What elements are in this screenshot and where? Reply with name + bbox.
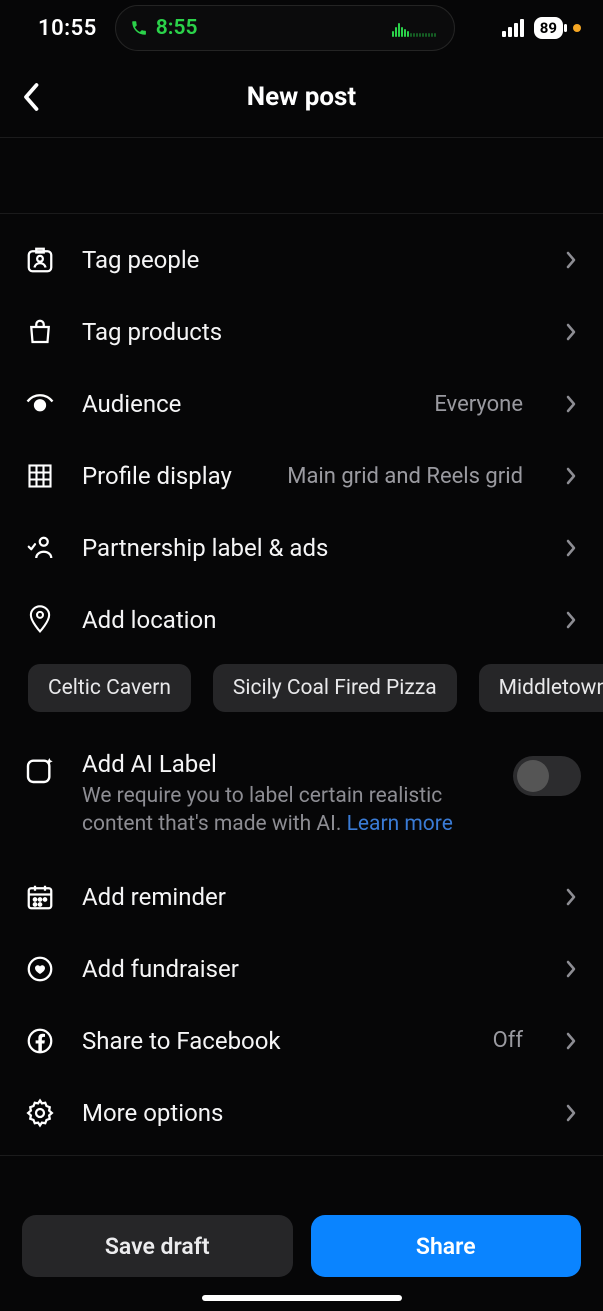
status-bar: 10:55 8:55 89 [0, 0, 603, 56]
profile-display-value: Main grid and Reels grid [287, 464, 523, 489]
partnership-icon [24, 532, 56, 564]
page-title: New post [247, 82, 356, 112]
audience-value: Everyone [434, 392, 523, 417]
audience-row[interactable]: Audience Everyone [0, 368, 603, 440]
profile-display-label: Profile display [82, 462, 261, 490]
tag-people-row[interactable]: Tag people [0, 224, 603, 296]
header: New post [0, 56, 603, 138]
share-facebook-label: Share to Facebook [82, 1027, 467, 1055]
ai-label-title: Add AI Label [82, 750, 487, 778]
grid-icon [24, 460, 56, 492]
location-chip[interactable]: Celtic Cavern [28, 664, 191, 712]
chevron-right-icon [561, 322, 581, 342]
location-chip[interactable]: Sicily Coal Fired Pizza [213, 664, 457, 712]
ai-label-row: Add AI Label We require you to label cer… [0, 736, 603, 861]
partnership-label: Partnership label & ads [82, 534, 523, 562]
audience-label: Audience [82, 390, 408, 418]
audio-waveform-icon [392, 19, 436, 37]
bottom-action-bar: Save draft Share [0, 1195, 603, 1311]
chevron-left-icon [23, 82, 41, 112]
profile-display-row[interactable]: Profile display Main grid and Reels grid [0, 440, 603, 512]
chevron-right-icon [561, 538, 581, 558]
add-location-row[interactable]: Add location [0, 584, 603, 656]
ai-label-description: We require you to label certain realisti… [82, 782, 487, 839]
chevron-right-icon [561, 1031, 581, 1051]
location-chip[interactable]: Middletown, C [479, 664, 603, 712]
save-draft-button[interactable]: Save draft [22, 1215, 293, 1277]
partnership-row[interactable]: Partnership label & ads [0, 512, 603, 584]
cellular-signal-icon [502, 19, 524, 37]
fundraiser-icon [24, 953, 56, 985]
ai-sparkle-icon [24, 754, 56, 786]
back-button[interactable] [14, 79, 50, 115]
learn-more-link[interactable]: Learn more [347, 812, 453, 836]
add-reminder-row[interactable]: Add reminder [0, 861, 603, 933]
home-indicator[interactable] [202, 1295, 402, 1301]
location-suggestions: Celtic Cavern Sicily Coal Fired Pizza Mi… [0, 656, 603, 736]
chevron-right-icon [561, 466, 581, 486]
share-button[interactable]: Share [311, 1215, 582, 1277]
calendar-icon [24, 881, 56, 913]
tag-products-row[interactable]: Tag products [0, 296, 603, 368]
audience-icon [24, 388, 56, 420]
chevron-right-icon [561, 610, 581, 630]
more-options-row[interactable]: More options [0, 1077, 603, 1149]
tag-people-label: Tag people [82, 246, 523, 274]
facebook-icon [24, 1025, 56, 1057]
mic-in-use-dot [573, 24, 581, 32]
add-location-label: Add location [82, 606, 523, 634]
chevron-right-icon [561, 887, 581, 907]
tag-people-icon [24, 244, 56, 276]
location-pin-icon [24, 604, 56, 636]
ai-label-toggle[interactable] [513, 756, 581, 796]
dynamic-island-pill[interactable]: 8:55 [115, 5, 455, 51]
call-indicator: 8:55 [130, 16, 198, 40]
chevron-right-icon [561, 394, 581, 414]
add-reminder-label: Add reminder [82, 883, 523, 911]
add-fundraiser-row[interactable]: Add fundraiser [0, 933, 603, 1005]
status-time: 10:55 [38, 16, 97, 41]
gear-icon [24, 1097, 56, 1129]
phone-icon [130, 19, 148, 37]
caption-area[interactable] [0, 138, 603, 214]
more-options-label: More options [82, 1099, 523, 1127]
chevron-right-icon [561, 959, 581, 979]
share-facebook-value: Off [493, 1028, 523, 1053]
chevron-right-icon [561, 250, 581, 270]
chevron-right-icon [561, 1103, 581, 1123]
battery-indicator: 89 [534, 17, 563, 39]
tag-products-label: Tag products [82, 318, 523, 346]
share-facebook-row[interactable]: Share to Facebook Off [0, 1005, 603, 1077]
call-duration: 8:55 [156, 16, 198, 40]
tag-products-icon [24, 316, 56, 348]
add-fundraiser-label: Add fundraiser [82, 955, 523, 983]
